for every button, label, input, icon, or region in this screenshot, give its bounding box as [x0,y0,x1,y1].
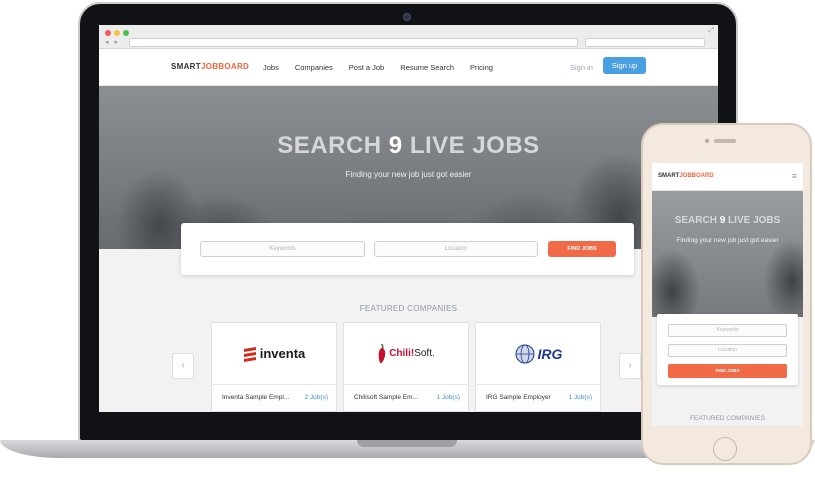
search-panel: Keywords Location FIND JOBS [181,223,634,275]
hero-title-prefix: SEARCH [277,132,389,159]
sign-up-button[interactable]: Sign up [603,57,646,74]
browser-search-bar[interactable] [585,38,705,47]
device-mockup: ◂ ▸ ⤢ SMARTJOBBOARD Jobs Companies Post … [0,0,815,491]
laptop-base-notch [357,440,457,447]
nav-companies[interactable]: Companies [295,63,333,72]
mobile-hero: SEARCH 9 LIVE JOBS Finding your new job … [652,191,803,317]
company-name[interactable]: Inventa Sample Empl... [222,394,289,401]
mobile-hero-title-prefix: SEARCH [674,215,720,226]
company-job-count[interactable]: 2 Job(s) [305,394,328,401]
chili-pepper-icon [378,343,386,363]
mobile-logo-text-smart: SMART [658,173,680,179]
nav-post-a-job[interactable]: Post a Job [349,63,384,72]
laptop-screen: ◂ ▸ ⤢ SMARTJOBBOARD Jobs Companies Post … [99,25,718,412]
site-logo[interactable]: SMARTJOBBOARD [171,62,249,71]
company-card-irg[interactable]: IRG IRG Sample Employer 1 Job(s) [475,322,601,412]
inventa-logo: inventa [243,346,306,362]
mobile-hero-title: SEARCH 9 LIVE JOBS [652,215,803,226]
featured-companies-title: FEATURED COMPANIES [359,304,458,313]
mobile-featured-companies-title: FEATURED COMPANIES [690,415,765,422]
inventa-mark-icon [243,346,256,362]
nav-jobs[interactable]: Jobs [263,63,279,72]
chilisoft-logo: Chili!Soft. [377,343,435,364]
company-logo-area: IRG [476,323,600,385]
location-input[interactable]: Location [374,241,538,257]
mobile-logo-text-jobboard: JOBBOARD [679,173,714,179]
hero-title-suffix: LIVE JOBS [402,132,540,159]
hero-subtitle: Finding your new job just got easier [345,170,472,179]
back-forward-icons[interactable]: ◂ ▸ [105,38,120,46]
logo-text-smart: SMART [171,62,201,71]
close-window-dot[interactable] [105,30,111,36]
irg-logo-text: IRG [537,345,563,362]
logo-text-jobboard: JOBBOARD [200,62,250,71]
mobile-search-panel: Keywords Location FIND JOBS [657,314,798,385]
carousel-prev-button[interactable]: ‹ [172,353,194,379]
carousel-next-button[interactable]: › [619,353,641,379]
company-card-chilisoft[interactable]: Chili!Soft. Chilisoft Sample Em... 1 Job… [343,322,469,412]
mobile-location-input[interactable]: Location [668,344,787,357]
hamburger-menu-icon[interactable]: ≡ [792,171,797,181]
site-header: SMARTJOBBOARD Jobs Companies Post a Job … [99,49,718,86]
minimize-window-dot[interactable] [114,30,120,36]
laptop-camera [403,13,411,21]
company-job-count[interactable]: 1 Job(s) [569,394,592,401]
company-logo-area: Chili!Soft. [344,323,468,385]
hero-title: SEARCH 9 LIVE JOBS [99,132,718,160]
irg-logo: IRG [514,343,563,365]
mobile-header: SMARTJOBBOARD ≡ [652,163,803,191]
sign-in-link[interactable]: Sign in [570,63,593,72]
mobile-hero-title-suffix: LIVE JOBS [725,215,781,226]
hero-job-count: 9 [388,132,403,159]
find-jobs-button[interactable]: FIND JOBS [548,241,616,257]
company-job-count[interactable]: 1 Job(s) [437,394,460,401]
company-name[interactable]: Chilisoft Sample Em... [354,394,418,401]
fullscreen-icon[interactable]: ⤢ [708,27,714,35]
inventa-logo-text: inventa [259,346,306,361]
keywords-input[interactable]: Keywords [200,241,365,257]
mobile-find-jobs-button[interactable]: FIND JOBS [668,364,787,378]
address-bar[interactable] [129,38,578,47]
chilisoft-logo-text-b: Soft. [414,348,435,359]
browser-toolbar: ◂ ▸ ⤢ [99,25,718,49]
chilisoft-logo-text-a: Chili! [389,348,415,359]
nav-resume-search[interactable]: Resume Search [400,63,454,72]
company-card-inventa[interactable]: inventa Inventa Sample Empl... 2 Job(s) [211,322,337,412]
mobile-site-logo[interactable]: SMARTJOBBOARD [658,173,714,179]
globe-icon [515,344,535,363]
maximize-window-dot[interactable] [123,30,129,36]
phone-home-button[interactable] [713,437,737,461]
mobile-hero-subtitle: Finding your new job just got easier [676,237,779,244]
main-nav: Jobs Companies Post a Job Resume Search … [263,63,509,72]
nav-pricing[interactable]: Pricing [470,63,493,72]
mobile-keywords-input[interactable]: Keywords [668,324,787,337]
company-logo-area: inventa [212,323,336,385]
phone-camera [705,139,709,143]
phone-speaker [714,139,736,143]
company-name[interactable]: IRG Sample Employer [486,394,551,401]
phone-screen: SMARTJOBBOARD ≡ SEARCH 9 LIVE JOBS Findi… [652,163,803,426]
